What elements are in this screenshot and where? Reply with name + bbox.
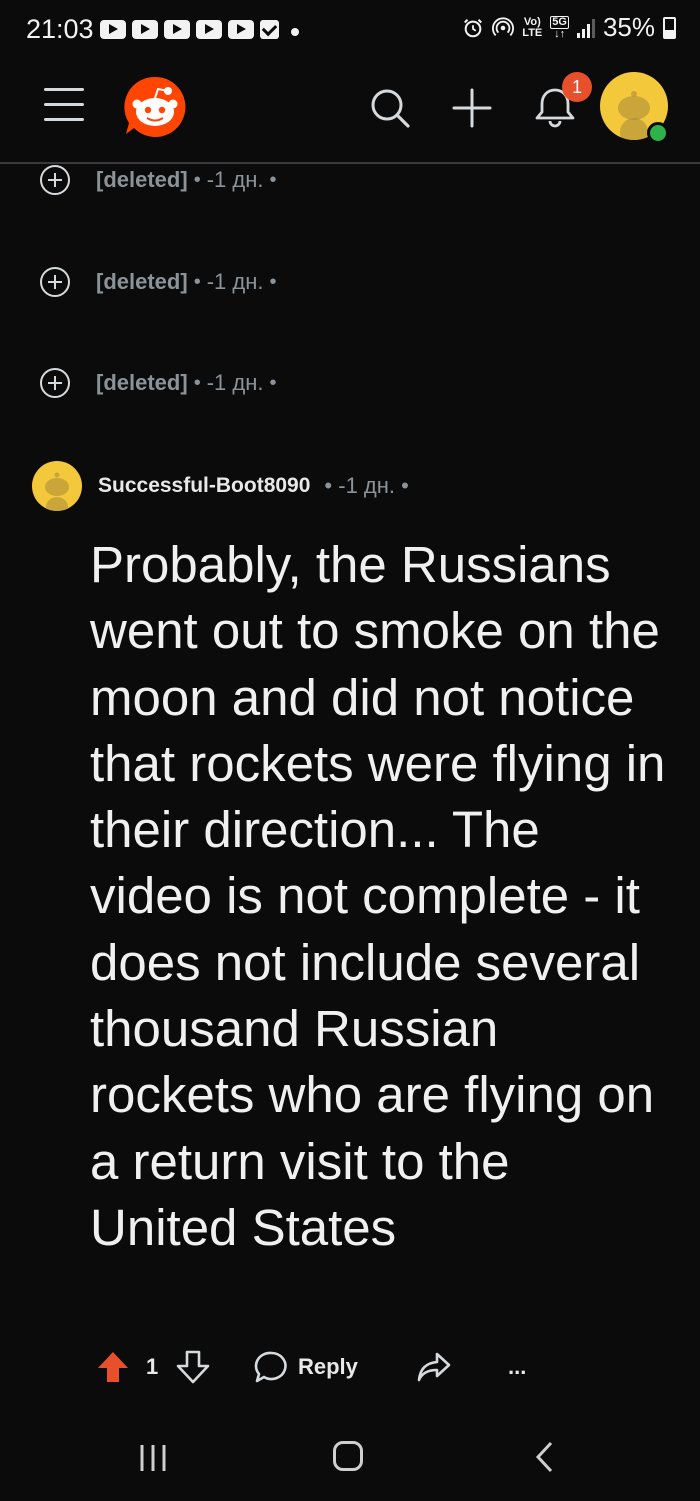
comment-body: Probably, the Russians went out to smoke…	[90, 536, 666, 1256]
deleted-comment-row[interactable]: [deleted] • -1 дн. •	[40, 264, 283, 300]
deleted-comment-row[interactable]: [deleted] • -1 дн. •	[40, 162, 283, 198]
deleted-comment-row[interactable]: [deleted] • -1 дн. •	[40, 365, 283, 401]
comment-author[interactable]: Successful-Boot8090	[98, 474, 310, 498]
vote-count: 1	[146, 1354, 159, 1379]
comment-author: [deleted]	[96, 167, 188, 192]
app-header: 1	[0, 62, 700, 164]
reddit-logo[interactable]	[122, 74, 188, 140]
checkbox-notification-icon	[260, 20, 279, 39]
more-notifications-dot-icon	[291, 28, 299, 36]
volte-indicator: Vo) LTE	[522, 15, 543, 39]
comment-author: [deleted]	[96, 370, 188, 395]
network-type-indicator: 5G ↓↑	[550, 15, 569, 40]
share-arrow-icon	[417, 1352, 451, 1382]
share-button[interactable]	[416, 1344, 452, 1390]
comment-actions: 1 Reply ...	[96, 1344, 656, 1390]
alarm-icon	[464, 18, 483, 37]
notification-icons	[100, 20, 279, 39]
search-icon[interactable]	[368, 86, 412, 130]
snoo-avatar-icon	[45, 472, 69, 511]
status-icons: Vo) LTE 5G ↓↑ 35%	[462, 12, 676, 43]
downvote-button[interactable]	[176, 1344, 210, 1390]
avatar[interactable]	[32, 461, 82, 511]
recent-apps-icon[interactable]	[137, 1442, 169, 1474]
youtube-notification-icon	[164, 20, 190, 39]
system-nav-bar	[0, 1412, 700, 1501]
online-status-dot	[647, 122, 669, 144]
signal-strength-icon	[576, 18, 595, 38]
expand-thread-icon[interactable]	[40, 165, 70, 195]
youtube-notification-icon	[228, 20, 254, 39]
status-time: 21:03	[26, 14, 94, 44]
more-options-button[interactable]: ...	[508, 1344, 526, 1390]
create-post-plus-icon[interactable]	[450, 86, 494, 130]
expand-thread-icon[interactable]	[40, 267, 70, 297]
more-options-icon: ...	[508, 1354, 527, 1379]
downvote-arrow-icon	[176, 1350, 210, 1384]
chat-bubble-icon	[254, 1351, 287, 1383]
reply-button[interactable]: Reply	[254, 1344, 358, 1390]
home-button-icon[interactable]	[333, 1441, 363, 1471]
notification-count-badge: 1	[562, 72, 592, 102]
comment-time: -1 дн.	[206, 269, 264, 294]
comment-author: [deleted]	[96, 269, 188, 294]
expand-thread-icon[interactable]	[40, 368, 70, 398]
reply-label: Reply	[298, 1354, 358, 1379]
status-bar: 21:03 Vo) LTE 5G ↓↑ 35%	[0, 0, 700, 62]
menu-icon[interactable]	[44, 88, 84, 122]
upvote-arrow-icon	[98, 1352, 128, 1382]
upvote-button[interactable]	[96, 1344, 130, 1390]
youtube-notification-icon	[196, 20, 222, 39]
battery-percent: 35%	[602, 12, 655, 42]
youtube-notification-icon	[100, 20, 126, 39]
comment-time: -1 дн.	[206, 167, 264, 192]
comment-meta: • -1 дн. •	[324, 473, 409, 498]
battery-icon	[663, 16, 676, 39]
back-chevron-icon[interactable]	[535, 1440, 555, 1474]
comment-time: -1 дн.	[206, 370, 264, 395]
hotspot-icon	[492, 16, 515, 36]
youtube-notification-icon	[132, 20, 158, 39]
comment-header: Successful-Boot8090 • -1 дн. •	[32, 460, 409, 512]
